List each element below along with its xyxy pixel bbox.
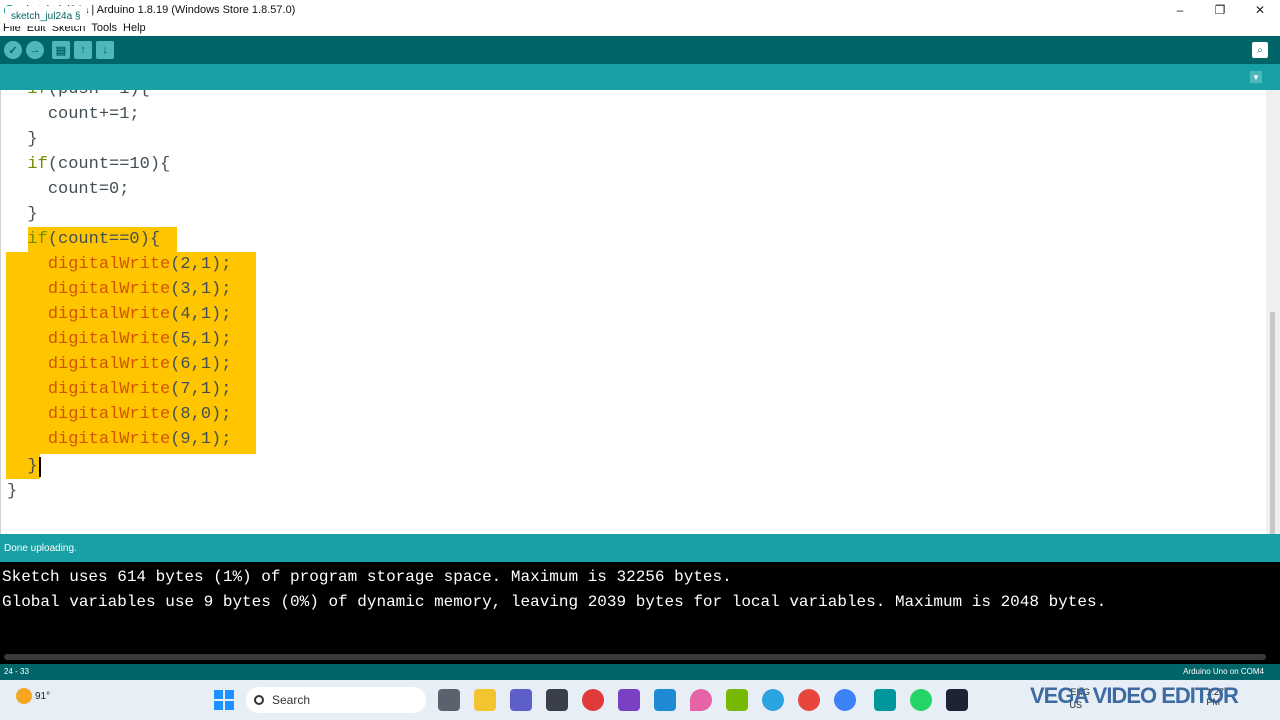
code-line: } [27,457,38,476]
console-line: Global variables use 9 bytes (0%) of dyn… [2,593,1107,611]
window-controls: – ❐ ✕ [1160,0,1280,20]
tab-sketch[interactable]: sketch_jul24a § [5,6,87,26]
code-line: count=0; [47,180,130,199]
whatsapp-icon[interactable] [910,689,932,711]
close-button[interactable]: ✕ [1240,0,1280,20]
minimize-button[interactable]: – [1160,0,1200,20]
code-line: digitalWrite(3,1); [47,280,232,299]
text-cursor [39,457,41,477]
magnifier-icon: ⌕ [1257,44,1263,56]
arduino-taskbar-icon[interactable] [874,689,896,711]
nvidia-icon[interactable] [726,689,748,711]
file-explorer-icon[interactable] [474,689,496,711]
drop-icon[interactable] [690,689,712,711]
arrow-down-icon: ↓ [102,44,108,56]
search-label: Search [272,693,311,707]
line-info: 24 - 33 [4,667,29,676]
title-bar: sketch_jul24a | Arduino 1.8.19 (Windows … [0,0,1280,20]
vscode-icon[interactable] [654,689,676,711]
chrome-icon[interactable] [798,689,820,711]
sun-icon [16,688,32,704]
code-line: if(push==1){ [7,90,149,102]
watermark: VEGA VIDEO EDITOR [1030,683,1239,708]
code-line: digitalWrite(9,1); [47,430,232,449]
windows-start-icon[interactable] [213,689,235,711]
check-icon: ✓ [8,44,18,57]
open-button[interactable]: ↑ [74,41,92,59]
weather-temp: 91° [35,690,51,702]
teams-icon[interactable] [510,689,532,711]
code-line: count+=1; [47,105,140,124]
code-line: if(count==0){ [27,230,161,249]
new-button[interactable]: ▤ [52,41,70,59]
file-icon: ▤ [55,44,67,57]
console-scrollbar[interactable] [4,654,1266,660]
chevron-down-icon: ▼ [1252,72,1260,82]
toolbar: ✓ → ▤ ↑ ↓ [0,36,1280,64]
code-line: } [27,205,38,224]
task-view-icon[interactable] [438,689,460,711]
menu-bar: File Edit Sketch Tools Help [0,20,1280,36]
arrow-right-icon: → [29,44,41,56]
status-bar: Done uploading. [0,534,1280,562]
upload-button[interactable]: → [26,41,44,59]
footer-bar: 24 - 33 Arduino Uno on COM4 [0,664,1280,680]
tab-bar [0,64,1280,90]
verify-button[interactable]: ✓ [4,41,22,59]
console-output: Sketch uses 614 bytes (1%) of program st… [0,562,1280,664]
maximize-button[interactable]: ❐ [1200,0,1240,20]
scrollbar-thumb[interactable] [1270,312,1275,534]
code-line: digitalWrite(5,1); [47,330,232,349]
tab-menu-button[interactable]: ▼ [1250,71,1262,83]
media-icon[interactable] [582,689,604,711]
editor-scrollbar[interactable] [1266,90,1280,534]
menu-tools[interactable]: Tools [88,22,120,34]
code-line: digitalWrite(6,1); [47,355,232,374]
code-line: } [7,482,18,501]
code-line: if(count==10){ [27,155,171,174]
board-info: Arduino Uno on COM4 [1183,667,1264,676]
code-line: digitalWrite(7,1); [47,380,232,399]
chrome-beta-icon[interactable] [834,689,856,711]
vega-icon[interactable] [946,689,968,711]
weather-widget[interactable]: 91° [16,688,50,704]
code-line: } [27,130,38,149]
console-line: Sketch uses 614 bytes (1%) of program st… [2,568,732,586]
code-line: digitalWrite(4,1); [47,305,232,324]
status-message: Done uploading. [4,542,77,554]
save-button[interactable]: ↓ [96,41,114,59]
serial-monitor-button[interactable]: ⌕ [1252,42,1268,58]
code-line: digitalWrite(8,0); [47,405,232,424]
code-editor[interactable]: if(push==1){ count+=1; } if(count==10){ … [0,90,1267,534]
calculator-icon[interactable] [546,689,568,711]
search-icon [254,695,264,705]
code-line: digitalWrite(2,1); [47,255,232,274]
telegram-icon[interactable] [762,689,784,711]
menu-help[interactable]: Help [120,22,149,34]
arrow-up-icon: ↑ [80,44,86,56]
taskbar-search[interactable]: Search [246,687,426,713]
visual-studio-icon[interactable] [618,689,640,711]
